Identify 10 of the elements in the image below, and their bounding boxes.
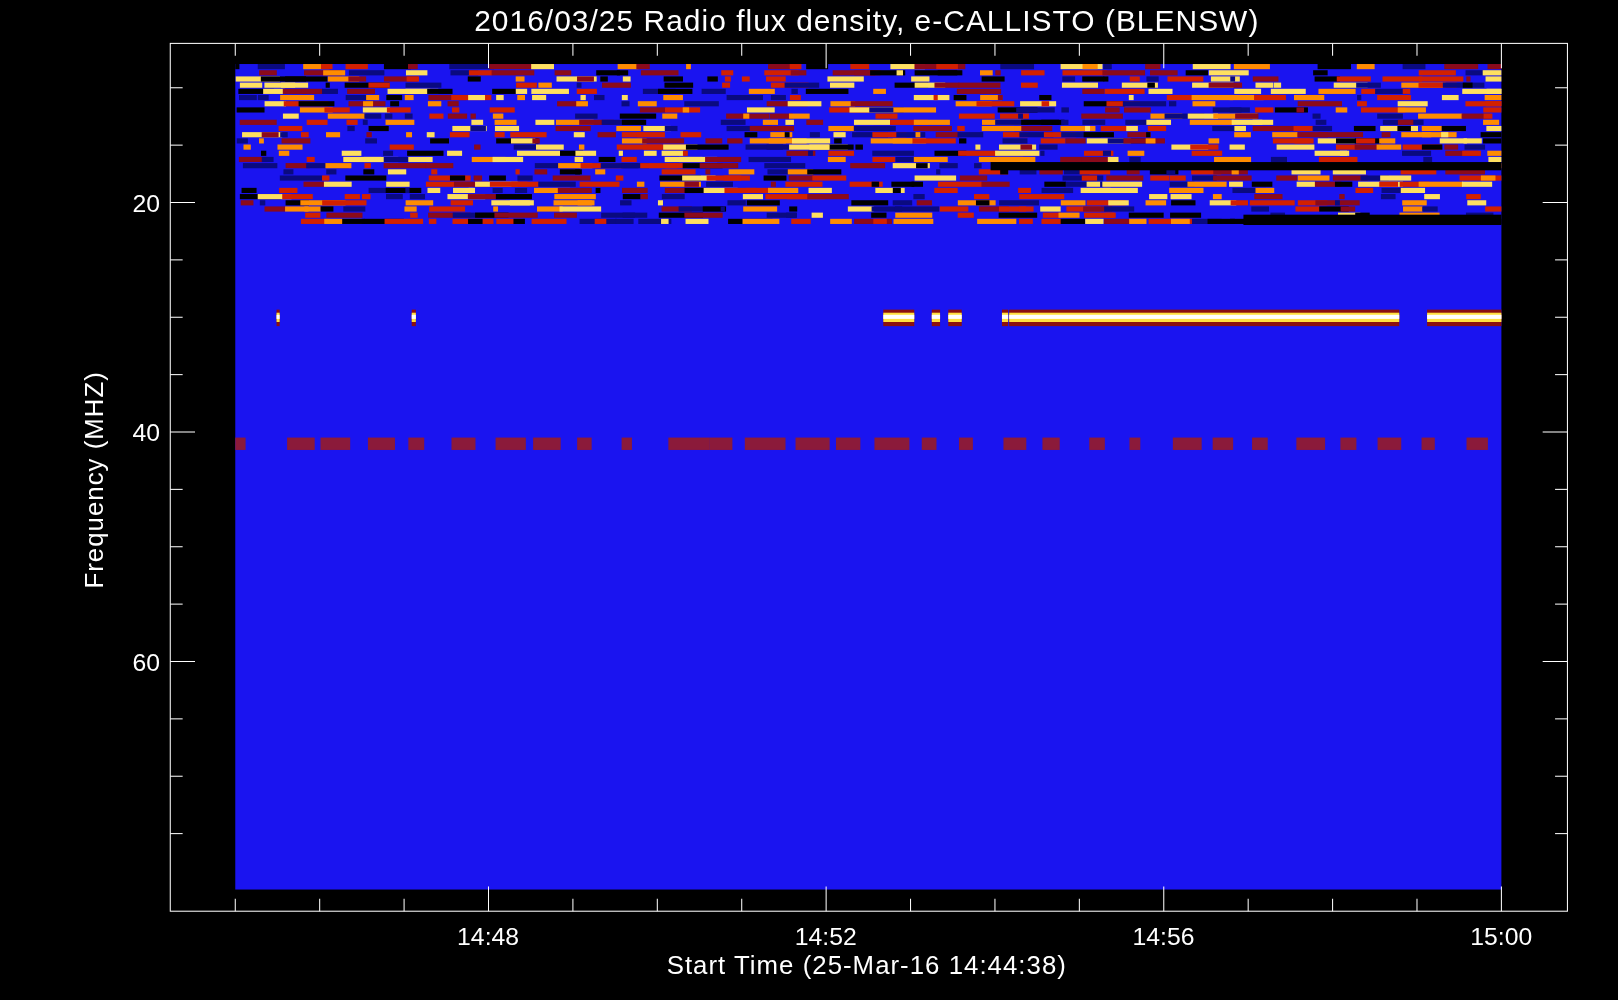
x-tick-label: 15:00 (1470, 923, 1533, 951)
y-tick-label: 60 (132, 648, 160, 676)
x-tick-label: 14:48 (457, 923, 520, 951)
y-axis-label: Frequency (MHZ) (80, 371, 109, 589)
x-axis-label: Start Time (25-Mar-16 14:44:38) (666, 951, 1067, 980)
x-tick-label: 14:56 (1132, 923, 1195, 951)
plot-title: 2016/03/25 Radio flux density, e-CALLISTO (BLENSW) (474, 4, 1260, 37)
y-tick-label: 40 (132, 419, 160, 447)
x-tick-label: 14:52 (794, 923, 857, 951)
y-tick-label: 20 (132, 189, 160, 217)
